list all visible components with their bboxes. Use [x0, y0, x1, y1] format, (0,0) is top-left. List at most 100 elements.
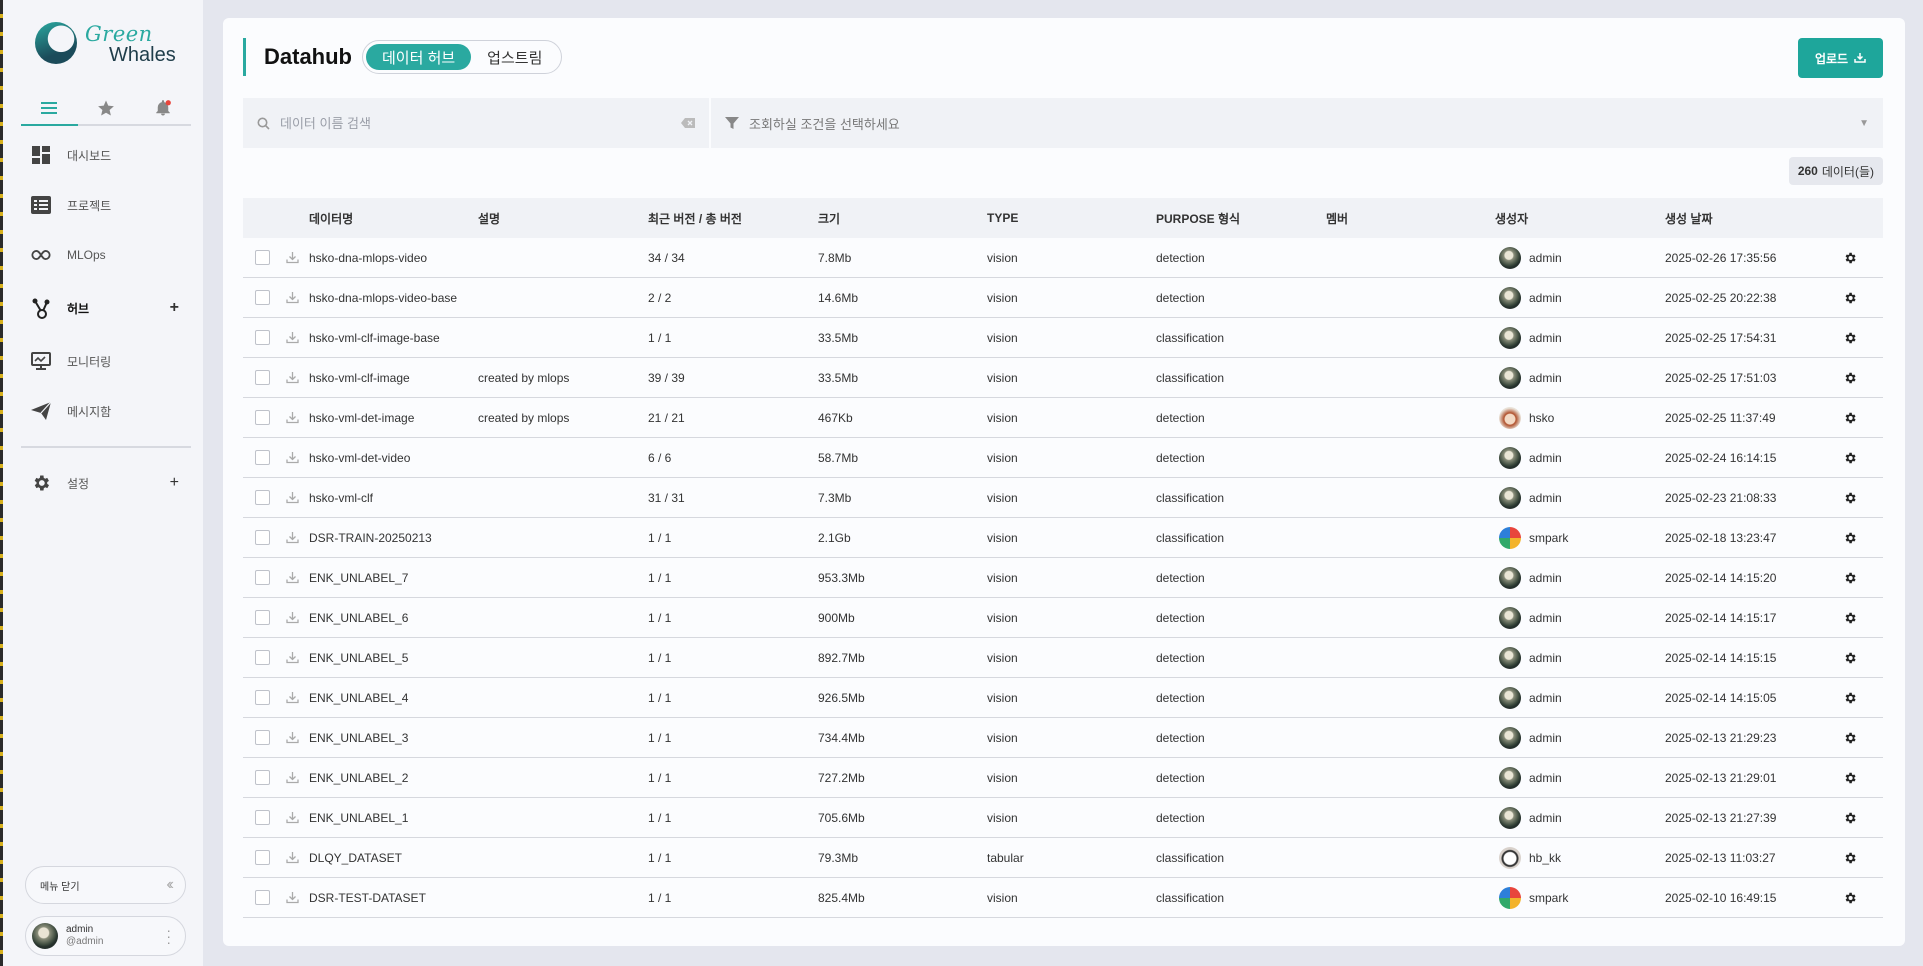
gear-icon[interactable] [1835, 371, 1865, 385]
gear-icon[interactable] [1835, 531, 1865, 545]
table-row[interactable]: ENK_UNLABEL_4 1 / 1 926.5Mb vision detection… [243, 678, 1883, 718]
download-icon[interactable] [275, 411, 309, 424]
download-icon[interactable] [275, 571, 309, 584]
upload-button[interactable]: 업로드 [1798, 38, 1883, 78]
download-icon[interactable] [275, 811, 309, 824]
download-icon[interactable] [275, 531, 309, 544]
gear-icon[interactable] [1835, 411, 1865, 425]
cell-name[interactable]: ENK_UNLABEL_6 [309, 611, 478, 625]
download-icon[interactable] [275, 891, 309, 904]
row-checkbox[interactable] [255, 690, 270, 705]
sidebar-item-monitoring[interactable]: 모니터링 [21, 336, 191, 386]
table-row[interactable]: hsko-vml-det-video 6 / 6 58.7Mb vision detec… [243, 438, 1883, 478]
gear-icon[interactable] [1835, 571, 1865, 585]
download-icon[interactable] [275, 611, 309, 624]
cell-name[interactable]: hsko-vml-det-video [309, 451, 478, 465]
cell-name[interactable]: ENK_UNLABEL_5 [309, 651, 478, 665]
cell-name[interactable]: hsko-dna-mlops-video [309, 251, 478, 265]
download-icon[interactable] [275, 771, 309, 784]
sidebar-item-hub[interactable]: 허브 + [21, 280, 191, 336]
download-icon[interactable] [275, 491, 309, 504]
gear-icon[interactable] [1835, 251, 1865, 265]
table-row[interactable]: ENK_UNLABEL_7 1 / 1 953.3Mb vision detection… [243, 558, 1883, 598]
cell-name[interactable]: DLQY_DATASET [309, 851, 478, 865]
tab-notifications[interactable] [134, 92, 191, 124]
table-row[interactable]: ENK_UNLABEL_5 1 / 1 892.7Mb vision detection… [243, 638, 1883, 678]
gear-icon[interactable] [1835, 891, 1865, 905]
row-checkbox[interactable] [255, 290, 270, 305]
search-input[interactable] [280, 115, 681, 131]
download-icon[interactable] [275, 651, 309, 664]
gear-icon[interactable] [1835, 651, 1865, 665]
column-header-member[interactable]: 멤버 [1326, 210, 1495, 227]
table-row[interactable]: hsko-vml-clf 31 / 31 7.3Mb vision classifica… [243, 478, 1883, 518]
table-row[interactable]: DSR-TRAIN-20250213 1 / 1 2.1Gb vision classi… [243, 518, 1883, 558]
table-row[interactable]: hsko-dna-mlops-video 34 / 34 7.8Mb vision de… [243, 238, 1883, 278]
row-checkbox[interactable] [255, 450, 270, 465]
column-header-date[interactable]: 생성 날짜 [1665, 210, 1835, 227]
download-icon[interactable] [275, 851, 309, 864]
sidebar-item-mlops[interactable]: MLOps [21, 230, 191, 280]
row-checkbox[interactable] [255, 570, 270, 585]
column-header-name[interactable]: 데이터명 [309, 210, 478, 227]
tab-menu[interactable] [21, 92, 78, 126]
gear-icon[interactable] [1835, 611, 1865, 625]
cell-name[interactable]: hsko-vml-det-image [309, 411, 478, 425]
row-checkbox[interactable] [255, 770, 270, 785]
row-checkbox[interactable] [255, 530, 270, 545]
table-row[interactable]: DSR-TEST-DATASET 1 / 1 825.4Mb vision classi… [243, 878, 1883, 918]
table-row[interactable]: hsko-vml-clf-image-base 1 / 1 33.5Mb vision… [243, 318, 1883, 358]
row-checkbox[interactable] [255, 810, 270, 825]
column-header-version[interactable]: 최근 버전 / 총 버전 [648, 210, 818, 227]
collapse-menu-button[interactable]: 메뉴 닫기 ‹‹ [25, 866, 186, 904]
clear-input-icon[interactable] [681, 118, 695, 128]
row-checkbox[interactable] [255, 370, 270, 385]
user-profile-card[interactable]: admin @admin · · · [25, 916, 186, 956]
cell-name[interactable]: hsko-vml-clf-image [309, 371, 478, 385]
expand-settings-icon[interactable]: + [170, 474, 179, 492]
gear-icon[interactable] [1835, 331, 1865, 345]
table-row[interactable]: ENK_UNLABEL_6 1 / 1 900Mb vision detection ad… [243, 598, 1883, 638]
row-checkbox[interactable] [255, 730, 270, 745]
table-row[interactable]: ENK_UNLABEL_3 1 / 1 734.4Mb vision detection… [243, 718, 1883, 758]
table-row[interactable]: hsko-vml-clf-image created by mlops 39 / 3… [243, 358, 1883, 398]
download-icon[interactable] [275, 371, 309, 384]
tab-favorites[interactable] [78, 92, 135, 124]
column-header-type[interactable]: TYPE [987, 211, 1156, 225]
gear-icon[interactable] [1835, 731, 1865, 745]
gear-icon[interactable] [1835, 771, 1865, 785]
table-row[interactable]: ENK_UNLABEL_1 1 / 1 705.6Mb vision detection… [243, 798, 1883, 838]
cell-name[interactable]: DSR-TRAIN-20250213 [309, 531, 478, 545]
row-checkbox[interactable] [255, 650, 270, 665]
gear-icon[interactable] [1835, 451, 1865, 465]
toggle-upstream[interactable]: 업스트림 [471, 44, 558, 70]
cell-name[interactable]: ENK_UNLABEL_1 [309, 811, 478, 825]
table-row[interactable]: DLQY_DATASET 1 / 1 79.3Mb tabular classifica… [243, 838, 1883, 878]
column-header-creator[interactable]: 생성자 [1495, 210, 1665, 227]
gear-icon[interactable] [1835, 491, 1865, 505]
gear-icon[interactable] [1835, 811, 1865, 825]
row-checkbox[interactable] [255, 490, 270, 505]
download-icon[interactable] [275, 451, 309, 464]
sidebar-item-projects[interactable]: 프로젝트 [21, 180, 191, 230]
table-row[interactable]: hsko-dna-mlops-video-base 2 / 2 14.6Mb visi… [243, 278, 1883, 318]
gear-icon[interactable] [1835, 691, 1865, 705]
download-icon[interactable] [275, 691, 309, 704]
row-checkbox[interactable] [255, 890, 270, 905]
download-icon[interactable] [275, 331, 309, 344]
column-header-description[interactable]: 설명 [478, 210, 648, 227]
condition-select[interactable]: 조회하실 조건을 선택하세요 ▼ [711, 98, 1883, 148]
download-icon[interactable] [275, 251, 309, 264]
expand-hub-icon[interactable]: + [170, 299, 179, 317]
sidebar-item-settings[interactable]: 설정 + [21, 458, 191, 508]
row-checkbox[interactable] [255, 410, 270, 425]
download-icon[interactable] [275, 731, 309, 744]
row-checkbox[interactable] [255, 610, 270, 625]
green-whales-logo[interactable]: Green Whales [33, 18, 183, 70]
gear-icon[interactable] [1835, 291, 1865, 305]
gear-icon[interactable] [1835, 851, 1865, 865]
cell-name[interactable]: hsko-vml-clf [309, 491, 478, 505]
row-checkbox[interactable] [255, 850, 270, 865]
row-checkbox[interactable] [255, 330, 270, 345]
column-header-purpose[interactable]: PURPOSE 형식 [1156, 210, 1326, 227]
